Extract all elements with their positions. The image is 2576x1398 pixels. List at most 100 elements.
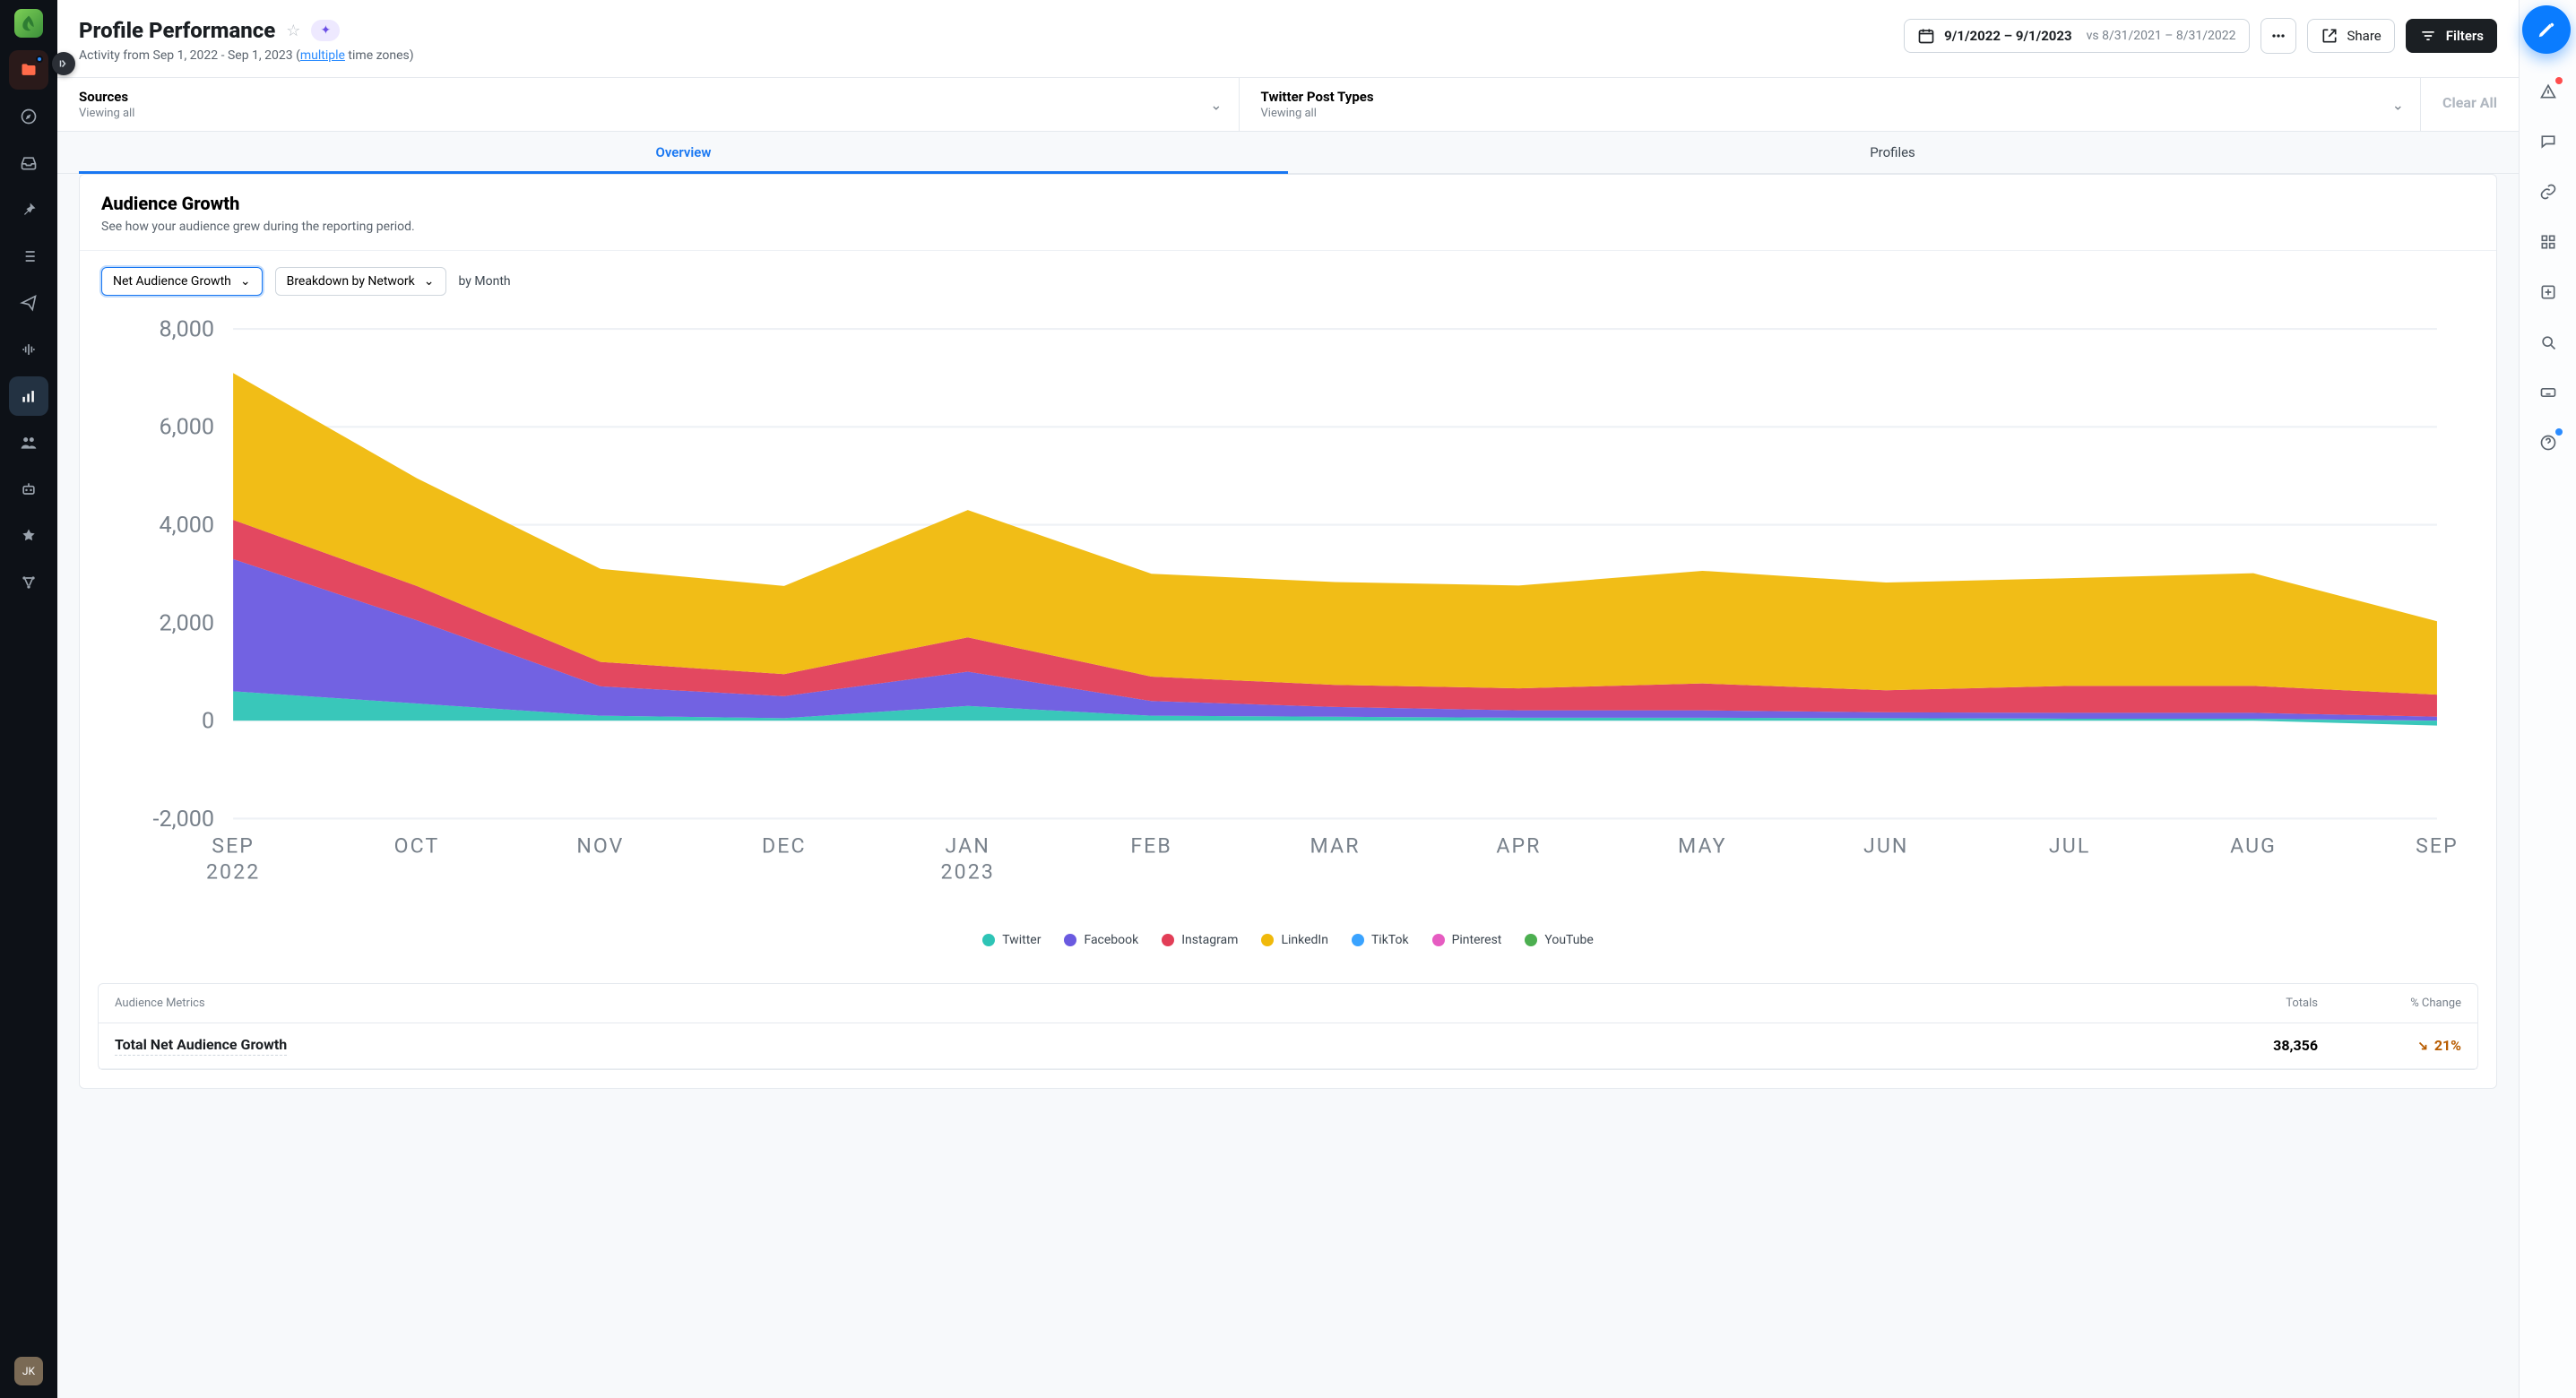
- compass-icon: [20, 108, 38, 125]
- rail-keyboard[interactable]: [2530, 375, 2566, 410]
- grid-icon: [2539, 233, 2557, 251]
- filter-sources[interactable]: Sources Viewing all ⌄: [57, 78, 1240, 131]
- legend-swatch: [982, 934, 995, 946]
- svg-text:JAN: JAN: [946, 833, 990, 858]
- filters-button[interactable]: Filters: [2406, 19, 2497, 53]
- date-range-value: 9/1/2022 – 9/1/2023: [1944, 28, 2071, 44]
- favorite-star-icon[interactable]: ☆: [286, 22, 300, 40]
- legend-item[interactable]: YouTube: [1525, 933, 1593, 947]
- compose-icon: [2537, 20, 2556, 39]
- metric-select[interactable]: Net Audience Growth ⌄: [101, 267, 263, 296]
- clear-all-button[interactable]: Clear All: [2421, 78, 2519, 131]
- rail-comments[interactable]: [2530, 124, 2566, 160]
- breakdown-select[interactable]: Breakdown by Network ⌄: [275, 267, 446, 296]
- svg-text:MAY: MAY: [1678, 833, 1727, 858]
- date-range-picker[interactable]: 9/1/2022 – 9/1/2023 vs 8/31/2021 – 8/31/…: [1904, 19, 2249, 53]
- svg-text:2022: 2022: [206, 860, 260, 885]
- svg-text:SEP: SEP: [2416, 833, 2459, 858]
- notification-dot: [2555, 77, 2563, 84]
- nav-inbox[interactable]: [9, 143, 48, 183]
- legend-item[interactable]: TikTok: [1352, 933, 1409, 947]
- filter-lines-icon: [2419, 27, 2437, 45]
- svg-text:MAR: MAR: [1310, 833, 1361, 858]
- compose-button[interactable]: [2522, 5, 2571, 54]
- tab-overview[interactable]: Overview: [79, 132, 1288, 173]
- chevron-down-icon: ⌄: [240, 274, 251, 289]
- ellipsis-icon: [2269, 27, 2287, 45]
- notification-dot: [36, 56, 43, 63]
- network-icon: [20, 574, 38, 591]
- chevron-down-icon: ⌄: [424, 274, 435, 289]
- page-title: Profile Performance: [79, 18, 275, 43]
- filter-sources-label: Sources: [79, 89, 1217, 105]
- tabs: Overview Profiles: [57, 132, 2519, 174]
- main: Profile Performance ☆ ✦ Activity from Se…: [57, 0, 2519, 1398]
- share-button[interactable]: Share: [2307, 19, 2395, 53]
- expand-sidebar-handle[interactable]: [52, 52, 75, 75]
- user-avatar[interactable]: JK: [14, 1357, 43, 1385]
- date-compare-value: vs 8/31/2021 – 8/31/2022: [2087, 29, 2236, 43]
- rail-alerts[interactable]: [2530, 73, 2566, 109]
- nav-star[interactable]: [9, 516, 48, 556]
- nav-folder[interactable]: [9, 50, 48, 90]
- svg-text:8,000: 8,000: [159, 316, 214, 342]
- chart-legend: Twitter Facebook Instagram LinkedIn TikTok Pi…: [80, 922, 2496, 965]
- brand-logo[interactable]: [14, 9, 43, 38]
- activity-subtitle: Activity from Sep 1, 2022 - Sep 1, 2023 …: [79, 48, 414, 63]
- nav-send[interactable]: [9, 283, 48, 323]
- notification-dot: [2555, 428, 2563, 436]
- legend-item[interactable]: Instagram: [1162, 933, 1238, 947]
- legend-item[interactable]: Facebook: [1064, 933, 1138, 947]
- arrow-down-right-icon: [2416, 1040, 2429, 1052]
- legend-label: LinkedIn: [1281, 933, 1328, 947]
- rail-add[interactable]: [2530, 274, 2566, 310]
- page-header: Profile Performance ☆ ✦ Activity from Se…: [57, 0, 2519, 77]
- help-circle-icon: [2539, 434, 2557, 452]
- more-options-button[interactable]: [2260, 18, 2296, 54]
- nav-network[interactable]: [9, 563, 48, 602]
- rail-search[interactable]: [2530, 324, 2566, 360]
- svg-text:6,000: 6,000: [159, 415, 214, 441]
- panel-title: Audience Growth: [101, 193, 2475, 214]
- metric-name: Total Net Audience Growth: [115, 1036, 287, 1056]
- legend-swatch: [1261, 934, 1274, 946]
- nav-pin[interactable]: [9, 190, 48, 229]
- nav-bot[interactable]: [9, 470, 48, 509]
- star-icon: [20, 527, 38, 545]
- right-rail: [2519, 0, 2576, 1398]
- legend-item[interactable]: Pinterest: [1432, 933, 1502, 947]
- nav-audio[interactable]: [9, 330, 48, 369]
- rail-links[interactable]: [2530, 174, 2566, 210]
- svg-text:2023: 2023: [941, 860, 995, 885]
- svg-text:DEC: DEC: [762, 833, 807, 858]
- audio-wave-icon: [20, 341, 38, 358]
- nav-people[interactable]: [9, 423, 48, 462]
- svg-text:AUG: AUG: [2230, 833, 2277, 858]
- rail-apps[interactable]: [2530, 224, 2566, 260]
- legend-label: TikTok: [1371, 933, 1409, 947]
- ai-badge[interactable]: ✦: [311, 20, 340, 41]
- content-scroll[interactable]: Audience Growth See how your audience gr…: [57, 174, 2519, 1398]
- svg-text:NOV: NOV: [576, 833, 624, 858]
- tab-profiles[interactable]: Profiles: [1288, 132, 2497, 173]
- inbox-icon: [20, 154, 38, 172]
- share-label: Share: [2347, 28, 2382, 44]
- panel-subtitle: See how your audience grew during the re…: [101, 220, 2475, 234]
- share-icon: [2321, 27, 2338, 45]
- filter-post-types[interactable]: Twitter Post Types Viewing all ⌄: [1240, 78, 2422, 131]
- legend-item[interactable]: LinkedIn: [1261, 933, 1328, 947]
- leaf-icon: [20, 14, 38, 32]
- legend-item[interactable]: Twitter: [982, 933, 1041, 947]
- legend-swatch: [1162, 934, 1174, 946]
- bar-chart-icon: [20, 387, 38, 405]
- people-icon: [20, 434, 38, 452]
- nav-compass[interactable]: [9, 97, 48, 136]
- legend-label: Instagram: [1181, 933, 1238, 947]
- legend-swatch: [1432, 934, 1445, 946]
- svg-text:-2,000: -2,000: [153, 807, 215, 833]
- timezones-link[interactable]: multiple: [300, 48, 345, 63]
- nav-analytics[interactable]: [9, 376, 48, 416]
- rail-help[interactable]: [2530, 425, 2566, 461]
- svg-text:2,000: 2,000: [159, 610, 214, 636]
- nav-list[interactable]: [9, 237, 48, 276]
